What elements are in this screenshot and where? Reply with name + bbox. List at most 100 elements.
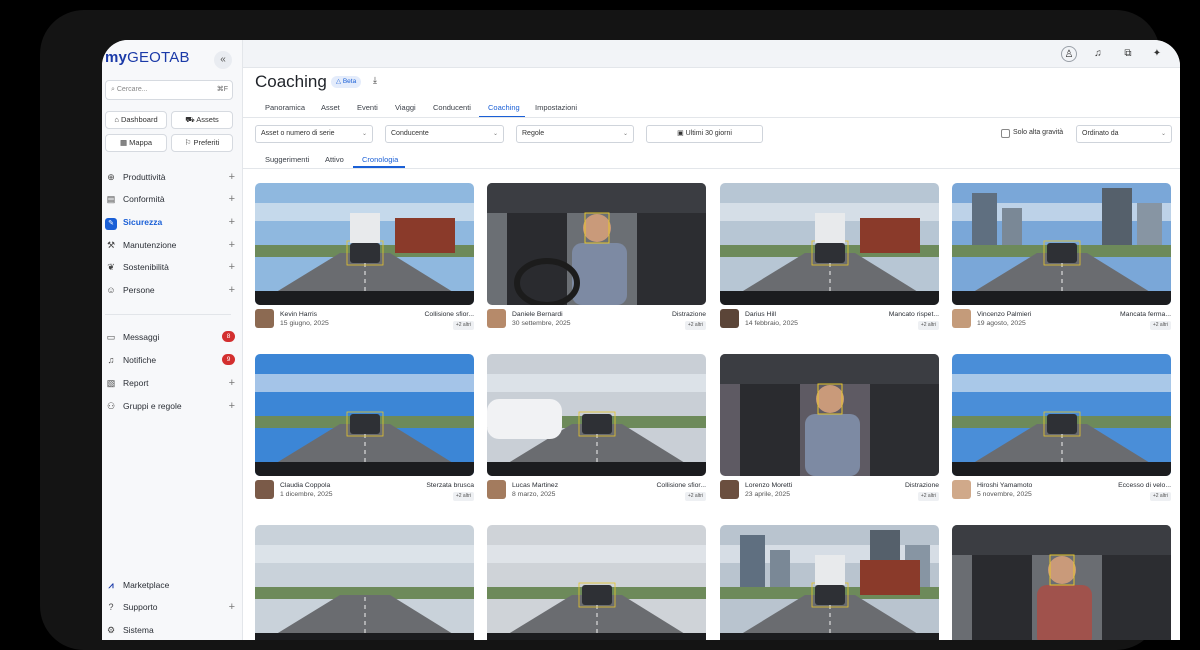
windows-icon[interactable]: ⧉: [1120, 46, 1136, 62]
sidebar-item-produttivita[interactable]: ⊕ Produttività +: [105, 169, 235, 185]
quick-link-dashboard[interactable]: ⌂ Dashboard: [105, 111, 167, 129]
sort-dropdown[interactable]: Ordinato da ⌄: [1076, 125, 1172, 143]
coaching-video-card[interactable]: Vincenzo Palmieri 19 agosto, 2025 Mancata …: [952, 183, 1171, 335]
coaching-video-card[interactable]: [487, 525, 706, 640]
sidebar-item-conformita[interactable]: ▤ Conformità +: [105, 191, 235, 207]
driver-filter-dropdown[interactable]: Conducente ⌄: [385, 125, 504, 143]
marketplace-icon: ⩘: [108, 580, 114, 590]
more-events-badge[interactable]: +2 altri: [452, 492, 474, 501]
coaching-video-card[interactable]: Lorenzo Moretti 23 aprile, 2025 Distrazion…: [720, 354, 939, 506]
tab-conducenti[interactable]: Conducenti: [433, 103, 471, 112]
leaf-icon: ❦: [107, 262, 115, 272]
subtab-suggerimenti[interactable]: Suggerimenti: [265, 155, 309, 164]
sidebar-item-messaggi[interactable]: ▭ Messaggi 8: [105, 329, 235, 345]
sidebar-item-sicurezza[interactable]: ✎ Sicurezza +: [105, 214, 235, 230]
tab-coaching[interactable]: Coaching: [488, 103, 520, 112]
bell-icon[interactable]: ♫: [1090, 46, 1106, 62]
avatar: [952, 480, 971, 499]
video-thumbnail[interactable]: [487, 354, 706, 476]
video-thumbnail[interactable]: [255, 525, 474, 640]
sidebar-item-sistema[interactable]: ⚙ Sistema: [105, 622, 235, 638]
expand-icon[interactable]: +: [229, 214, 235, 230]
sidebar-item-manutenzione[interactable]: ⚒ Manutenzione +: [105, 237, 235, 253]
more-events-badge[interactable]: +2 altri: [684, 321, 706, 330]
user-icon[interactable]: ♙: [1061, 46, 1077, 62]
video-thumbnail[interactable]: [487, 525, 706, 640]
event-date: 14 febbraio, 2025: [745, 320, 798, 327]
expand-icon[interactable]: +: [229, 599, 235, 615]
more-events-badge[interactable]: +2 altri: [917, 492, 939, 501]
coaching-video-card[interactable]: Hiroshi Yamamoto 5 novembre, 2025 Eccesso …: [952, 354, 1171, 506]
tab-panoramica[interactable]: Panoramica: [265, 103, 305, 112]
sidebar-item-gruppi-regole[interactable]: ⚇ Gruppi e regole +: [105, 398, 235, 414]
more-events-badge[interactable]: +2 altri: [1149, 492, 1171, 501]
sidebar-item-persone[interactable]: ☺ Persone +: [105, 282, 235, 298]
tab-impostazioni[interactable]: Impostazioni: [535, 103, 577, 112]
more-events-badge[interactable]: +2 altri: [1149, 321, 1171, 330]
expand-icon[interactable]: +: [229, 191, 235, 207]
expand-icon[interactable]: +: [229, 375, 235, 391]
tab-viaggi[interactable]: Viaggi: [395, 103, 416, 112]
quick-link-mappa[interactable]: ▦ Mappa: [105, 134, 167, 152]
avatar: [487, 309, 506, 328]
tab-eventi[interactable]: Eventi: [357, 103, 378, 112]
quick-link-preferiti[interactable]: ⚐ Preferiti: [171, 134, 233, 152]
more-events-badge[interactable]: +2 altri: [452, 321, 474, 330]
video-thumbnail[interactable]: [487, 183, 706, 305]
chevron-down-icon: ⌄: [622, 131, 628, 137]
document-icon: ▤: [106, 194, 116, 204]
coaching-video-card[interactable]: Darius Hill 14 febbraio, 2025 Mancato risp…: [720, 183, 939, 335]
expand-icon[interactable]: +: [229, 237, 235, 253]
expand-icon[interactable]: +: [229, 169, 235, 185]
sidebar-item-marketplace[interactable]: ⩘ Marketplace: [105, 577, 235, 593]
sidebar-search-input[interactable]: ⌕ Cercare... ⌘F: [105, 80, 233, 100]
video-thumbnail[interactable]: [255, 354, 474, 476]
video-thumbnail[interactable]: [720, 183, 939, 305]
coaching-video-card[interactable]: Lucas Martinez 8 marzo, 2025 Collisione sf…: [487, 354, 706, 506]
video-thumbnail[interactable]: [720, 354, 939, 476]
subtab-attivo[interactable]: Attivo: [325, 155, 344, 164]
quick-link-assets[interactable]: ⛟ Assets: [171, 111, 233, 129]
high-severity-checkbox[interactable]: [1001, 129, 1010, 138]
event-date: 1 dicembre, 2025: [280, 491, 333, 498]
more-events-badge[interactable]: +2 altri: [684, 492, 706, 501]
download-icon[interactable]: ⤓: [373, 75, 377, 86]
dashcam-frame: [255, 525, 474, 640]
event-type: Distrazione: [905, 482, 939, 489]
driver-name: Lucas Martinez: [512, 482, 559, 489]
sidebar-item-report[interactable]: ▧ Report +: [105, 375, 235, 391]
expand-icon[interactable]: +: [229, 398, 235, 414]
rules-filter-dropdown[interactable]: Regole ⌄: [516, 125, 634, 143]
coaching-video-card[interactable]: [255, 525, 474, 640]
coaching-video-card[interactable]: Claudia Coppola 1 dicembre, 2025 Sterzata …: [255, 354, 474, 506]
video-thumbnail[interactable]: [720, 525, 939, 640]
asset-filter-dropdown[interactable]: Asset o numero di serie ⌄: [255, 125, 373, 143]
event-type: Eccesso di velo...: [1118, 482, 1171, 489]
more-events-badge[interactable]: +2 altri: [917, 321, 939, 330]
video-thumbnail[interactable]: [255, 183, 474, 305]
collapse-sidebar-button[interactable]: «: [214, 51, 232, 69]
expand-icon[interactable]: +: [229, 259, 235, 275]
driver-name: Kevin Harris: [280, 311, 318, 318]
sidebar-item-supporto[interactable]: ? Supporto +: [105, 599, 235, 615]
event-type: Sterzata brusca: [426, 482, 474, 489]
coaching-video-card[interactable]: [952, 525, 1171, 640]
event-date: 5 novembre, 2025: [977, 491, 1032, 498]
coaching-video-card[interactable]: Kevin Harris 15 giugno, 2025 Collisione sf…: [255, 183, 474, 335]
date-range-button[interactable]: ▣ Ultimi 30 giorni: [646, 125, 763, 143]
sparkle-icon[interactable]: ✦: [1149, 46, 1165, 62]
event-type: Mancata ferma...: [1120, 311, 1171, 318]
expand-icon[interactable]: +: [229, 282, 235, 298]
coaching-video-card[interactable]: Daniele Bernardi 30 settembre, 2025 Distra…: [487, 183, 706, 335]
subtab-cronologia[interactable]: Cronologia: [362, 155, 398, 164]
truck-icon: ⛟: [185, 115, 197, 124]
sidebar-item-sostenibilita[interactable]: ❦ Sostenibilità +: [105, 259, 235, 275]
settings-icon: ⚙: [106, 625, 116, 635]
coaching-video-card[interactable]: [720, 525, 939, 640]
tab-asset[interactable]: Asset: [321, 103, 340, 112]
video-thumbnail[interactable]: [952, 354, 1171, 476]
mygeotab-logo[interactable]: myGEOTAB: [105, 49, 190, 66]
video-thumbnail[interactable]: [952, 525, 1171, 640]
sidebar-item-notifiche[interactable]: ♫ Notifiche 9: [105, 352, 235, 368]
video-thumbnail[interactable]: [952, 183, 1171, 305]
